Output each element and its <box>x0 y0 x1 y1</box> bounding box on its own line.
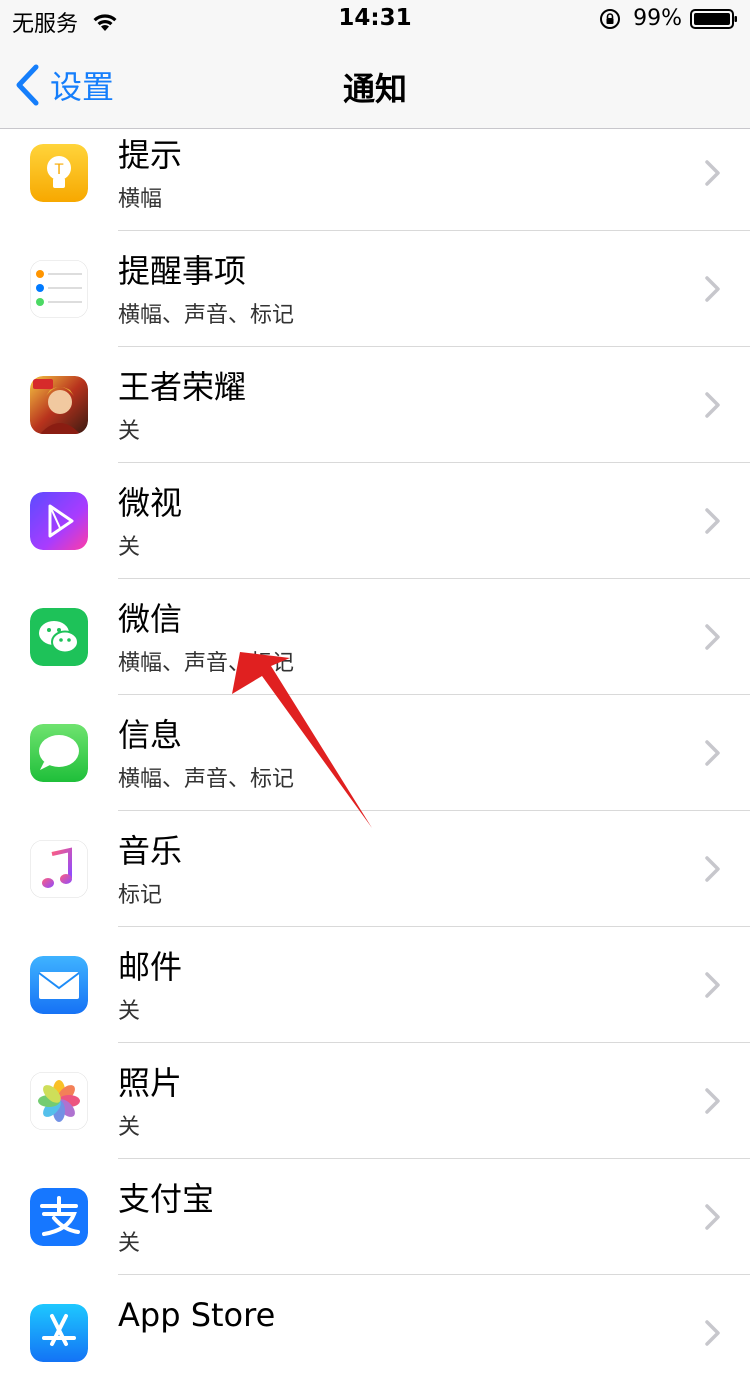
chevron-right-icon <box>705 392 720 418</box>
app-title: 微视 <box>118 484 183 522</box>
chevron-right-icon <box>705 508 720 534</box>
app-subtitle: 横幅、声音、标记 <box>118 651 295 676</box>
battery-percent: 99% <box>633 6 682 31</box>
app-title: 邮件 <box>118 948 183 986</box>
chevron-right-icon <box>705 972 720 998</box>
list-item-tips[interactable]: T 提示 横幅 <box>0 129 750 231</box>
photos-icon <box>30 1072 88 1130</box>
tips-icon: T <box>30 144 88 202</box>
list-item-messages[interactable]: 信息 横幅、声音、标记 <box>0 695 750 811</box>
app-subtitle: 横幅 <box>118 187 163 212</box>
app-title: 提示 <box>118 136 183 174</box>
list-item-app-store[interactable]: App Store <box>0 1275 750 1391</box>
app-title: 微信 <box>118 600 183 638</box>
app-subtitle: 标记 <box>118 883 163 908</box>
app-subtitle: 关 <box>118 1115 141 1140</box>
navigation-bar: 设置 通知 <box>0 40 750 129</box>
app-notification-list: T 提示 横幅 提醒事项 横幅、声音、标记 王者荣耀 关 微视 关 微信 横幅、… <box>0 129 750 1391</box>
app-title: 音乐 <box>118 832 183 870</box>
app-subtitle: 关 <box>118 999 141 1024</box>
app-store-icon <box>30 1304 88 1362</box>
chevron-right-icon <box>705 160 720 186</box>
mail-icon <box>30 956 88 1014</box>
app-title: 照片 <box>118 1064 183 1102</box>
weishi-icon <box>30 492 88 550</box>
chevron-right-icon <box>705 624 720 650</box>
app-subtitle: 横幅、声音、标记 <box>118 767 295 792</box>
svg-text:T: T <box>54 162 64 178</box>
list-item-wechat[interactable]: 微信 横幅、声音、标记 <box>0 579 750 695</box>
app-subtitle: 横幅、声音、标记 <box>118 303 295 328</box>
app-subtitle: 关 <box>118 1231 141 1256</box>
reminders-icon <box>30 260 88 318</box>
battery-icon <box>690 8 737 29</box>
app-title: 提醒事项 <box>118 252 247 290</box>
app-title: App Store <box>118 1296 276 1334</box>
status-right: 99% <box>599 6 738 31</box>
list-item-photos[interactable]: 照片 关 <box>0 1043 750 1159</box>
list-item-music[interactable]: 音乐 标记 <box>0 811 750 927</box>
status-bar: 无服务 14:31 99% <box>0 0 750 40</box>
list-item-mail[interactable]: 邮件 关 <box>0 927 750 1043</box>
chevron-right-icon <box>705 740 720 766</box>
app-subtitle: 关 <box>118 535 141 560</box>
list-item-reminders[interactable]: 提醒事项 横幅、声音、标记 <box>0 231 750 347</box>
list-item-weishi[interactable]: 微视 关 <box>0 463 750 579</box>
honor-of-kings-icon <box>30 376 88 434</box>
chevron-right-icon <box>705 276 720 302</box>
messages-icon <box>30 724 88 782</box>
alipay-icon <box>30 1188 88 1246</box>
app-title: 支付宝 <box>118 1180 215 1218</box>
list-item-honor-of-kings[interactable]: 王者荣耀 关 <box>0 347 750 463</box>
app-title: 信息 <box>118 716 183 754</box>
app-subtitle: 关 <box>118 419 141 444</box>
list-item-alipay[interactable]: 支付宝 关 <box>0 1159 750 1275</box>
chevron-right-icon <box>705 1320 720 1346</box>
chevron-right-icon <box>705 1088 720 1114</box>
chevron-right-icon <box>705 1204 720 1230</box>
music-icon <box>30 840 88 898</box>
chevron-right-icon <box>705 856 720 882</box>
app-title: 王者荣耀 <box>118 368 247 406</box>
rotation-lock-icon <box>600 8 621 29</box>
page-title: 通知 <box>342 70 407 108</box>
wechat-icon <box>30 608 88 666</box>
